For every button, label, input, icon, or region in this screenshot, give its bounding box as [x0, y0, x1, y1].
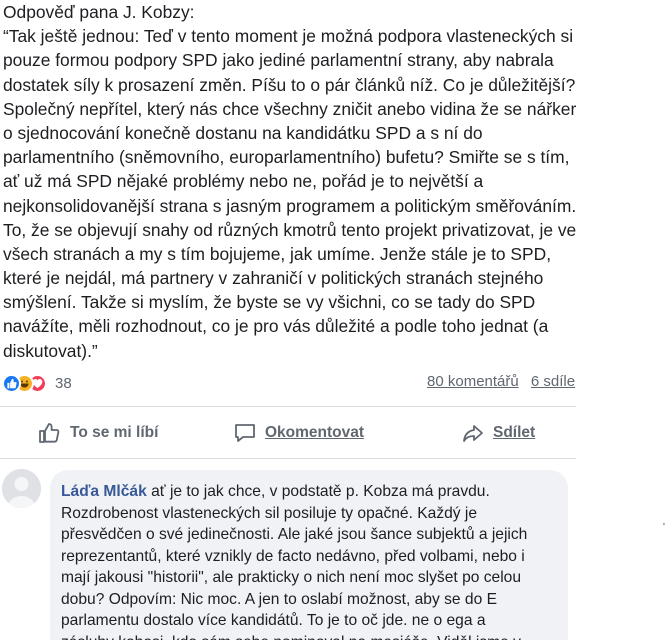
comment-body-start: ať je to jak chce, v podstatě p. Kobza m…	[146, 483, 490, 500]
share-button-label: Sdílet	[493, 424, 536, 441]
post-line: To, že se objevují snahy od různých kmot…	[3, 219, 577, 240]
comment-line: parlamentu dostalo více kandidátů. To je…	[61, 612, 486, 629]
reactions-summary[interactable]: 38	[2, 372, 72, 394]
post-line: Odpověď pana J. Kobzy:	[3, 2, 195, 22]
comment-text: Láďa Mlčák ať je to jak chce, v podstatě…	[61, 481, 561, 640]
comment-first-line: Láďa Mlčák ať je to jak chce, v podstatě…	[61, 481, 561, 503]
comment-line: Rozdrobenost vlasteneckých sil posiluje …	[61, 504, 478, 522]
post-line: ať už má SPD nějaké problémy nebo ne, po…	[3, 171, 484, 192]
post-line: diskutovat).”	[3, 340, 98, 361]
post-line: o sjednocování konečně dostanu na kandid…	[3, 122, 483, 143]
post-line: které je nejdál, má partnery v zahraničí…	[3, 268, 544, 289]
like-button-label: To se mi líbí	[70, 424, 159, 441]
thumbs-up-icon	[39, 423, 60, 443]
post-line: parlamentního (sněmovního, europarlament…	[3, 147, 570, 168]
comments-count-link[interactable]: 80 komentářů	[427, 373, 519, 390]
comment-author-link[interactable]: Láďa Mlčák	[61, 483, 147, 500]
post-line: pouze formou podpory SPD jako jediné par…	[3, 50, 554, 71]
comment-button[interactable]: Okomentovat	[233, 414, 364, 452]
divider	[0, 458, 576, 459]
avatar[interactable]	[2, 469, 41, 508]
stray-mark: '	[663, 522, 665, 533]
post-line: Společný nepřítel, který nás chce všechn…	[3, 98, 577, 119]
post-text: Odpověď pana J. Kobzy: “Tak ještě jednou…	[3, 0, 643, 363]
comment-line: reprezentantů, které vznikly de facto ne…	[61, 547, 525, 565]
like-reaction-icon[interactable]	[2, 373, 21, 393]
divider	[0, 406, 576, 407]
post-line: “Tak ještě jednou: Teď v tento moment je…	[3, 26, 574, 47]
like-button[interactable]: To se mi líbí	[38, 414, 158, 452]
comment-line: přesvědčen o své jedinečnosti. Ale jaké …	[61, 526, 528, 543]
shares-count-link[interactable]: 6 sdíle	[531, 373, 575, 390]
comment-bubble-icon	[235, 424, 255, 442]
share-button[interactable]: Sdílet	[461, 414, 535, 452]
post-line: nejkonsolidovanější strana s jasným prog…	[3, 195, 577, 216]
post-stats: 80 komentářů 6 sdíle	[427, 373, 575, 390]
reaction-count[interactable]: 38	[55, 375, 72, 392]
post-line: všech stranách a my s tím bojujeme, jak …	[3, 243, 552, 264]
post-line: smýšlení. Takže si myslím, že byste se v…	[3, 292, 536, 313]
post-line: navážíte, měli rozhodnout, co je pro vás…	[3, 316, 549, 337]
post-actions: To se mi líbí Okomentovat Sdílet	[0, 414, 576, 452]
comment-line: dobu? Odpovím: Nic moc. A jen to oslabí …	[61, 590, 497, 608]
share-arrow-icon	[463, 425, 483, 442]
comment-line: zásluhy kohosi, kdo sám sebe nominoval n…	[61, 632, 561, 640]
default-user-icon	[2, 469, 41, 508]
post-line: dostatek síly k prosazení změn. Píšu to …	[3, 74, 576, 95]
comment-button-label: Okomentovat	[265, 424, 365, 441]
right-edge-blank: '	[576, 0, 667, 640]
comment-line: mají jakousi "historii", ale prakticky o…	[61, 569, 522, 586]
